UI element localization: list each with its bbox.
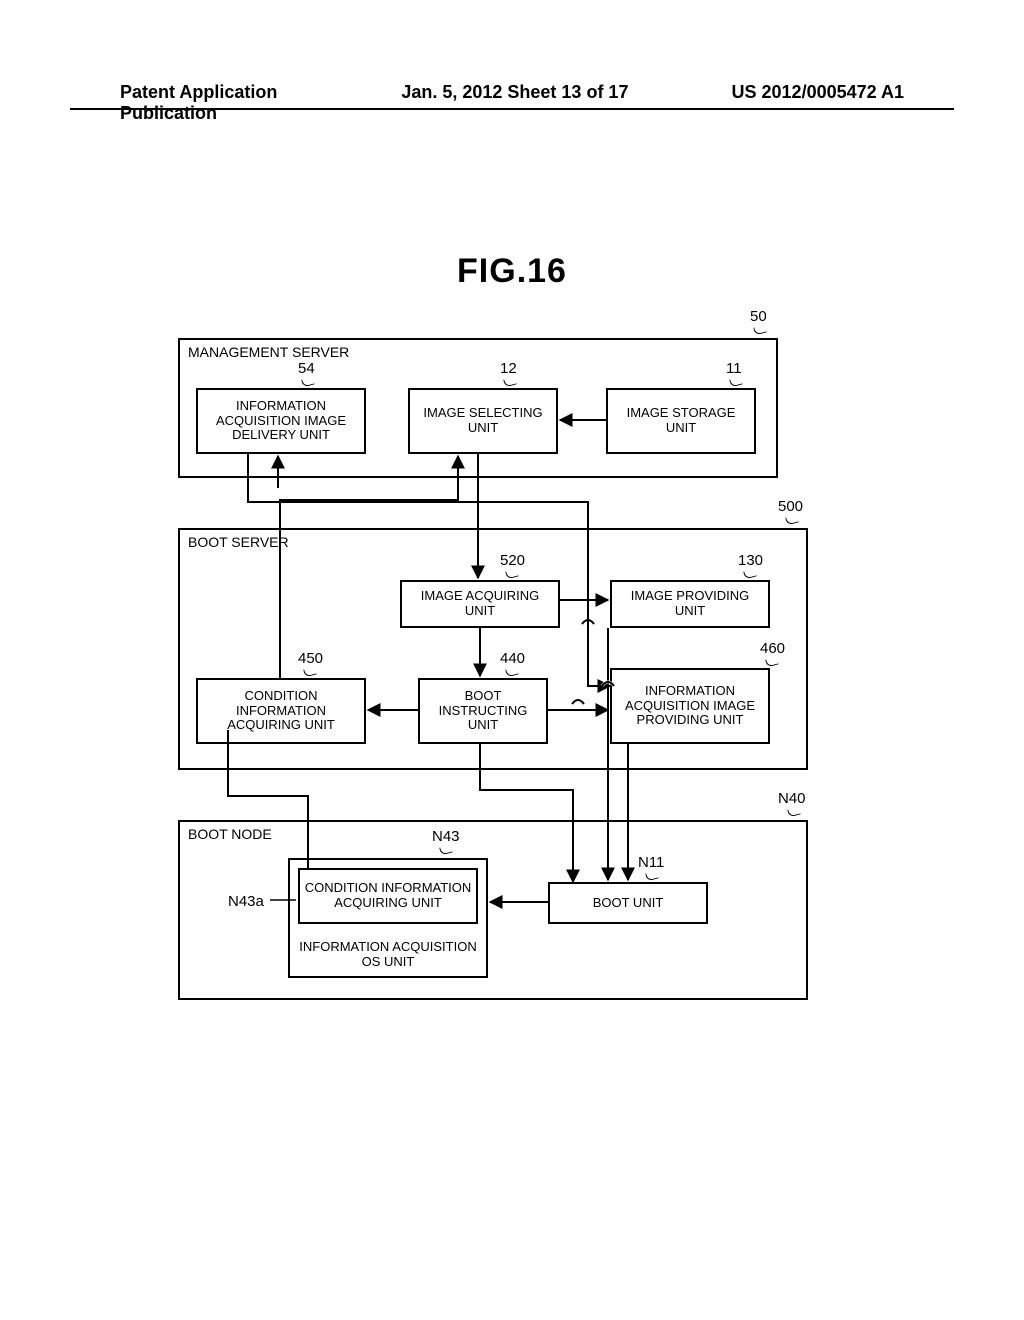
ref-460: 460 xyxy=(760,640,785,657)
ref-12: 12 xyxy=(500,360,517,377)
ref-50: 50 xyxy=(750,308,767,325)
info-acq-image-delivery-unit: INFORMATION ACQUISITION IMAGE DELIVERY U… xyxy=(196,388,366,454)
ref-520: 520 xyxy=(500,552,525,569)
header-rule xyxy=(70,108,954,110)
node-condition-info-acquiring-unit: CONDITION INFORMATION ACQUIRING UNIT xyxy=(298,868,478,924)
image-storage-unit: IMAGE STORAGE UNIT xyxy=(606,388,756,454)
boot-node-title: BOOT NODE xyxy=(188,826,272,842)
ref-11: 11 xyxy=(726,360,742,377)
header-left: Patent Application Publication xyxy=(120,82,371,124)
page-header: Patent Application Publication Jan. 5, 2… xyxy=(0,82,1024,124)
info-acq-image-providing-unit: INFORMATION ACQUISITION IMAGE PROVIDING … xyxy=(610,668,770,744)
ref-n11: N11 xyxy=(638,854,664,871)
header-right: US 2012/0005472 A1 xyxy=(653,82,904,124)
ref-n40: N40 xyxy=(778,790,806,807)
ref-n43a: N43a xyxy=(228,893,264,910)
figure-title: FIG.16 xyxy=(0,252,1024,291)
info-acq-os-unit-label: INFORMATION ACQUISITION OS UNIT xyxy=(292,940,484,970)
management-server-title: MANAGEMENT SERVER xyxy=(188,344,349,360)
image-providing-unit: IMAGE PROVIDING UNIT xyxy=(610,580,770,628)
boot-unit: BOOT UNIT xyxy=(548,882,708,924)
ref-500: 500 xyxy=(778,498,803,515)
boot-instructing-unit: BOOT INSTRUCTING UNIT xyxy=(418,678,548,744)
ref-tick-n40 xyxy=(787,807,801,818)
ref-450: 450 xyxy=(298,650,323,667)
header-center: Jan. 5, 2012 Sheet 13 of 17 xyxy=(371,82,652,124)
condition-info-acquiring-unit: CONDITION INFORMATION ACQUIRING UNIT xyxy=(196,678,366,744)
ref-tick-50 xyxy=(753,325,767,336)
ref-54: 54 xyxy=(298,360,315,377)
image-acquiring-unit: IMAGE ACQUIRING UNIT xyxy=(400,580,560,628)
image-selecting-unit: IMAGE SELECTING UNIT xyxy=(408,388,558,454)
boot-server-title: BOOT SERVER xyxy=(188,534,289,550)
ref-tick-500 xyxy=(785,515,799,526)
boot-node-box: BOOT NODE xyxy=(178,820,808,1000)
ref-n43: N43 xyxy=(432,828,460,845)
ref-440: 440 xyxy=(500,650,525,667)
ref-130: 130 xyxy=(738,552,763,569)
